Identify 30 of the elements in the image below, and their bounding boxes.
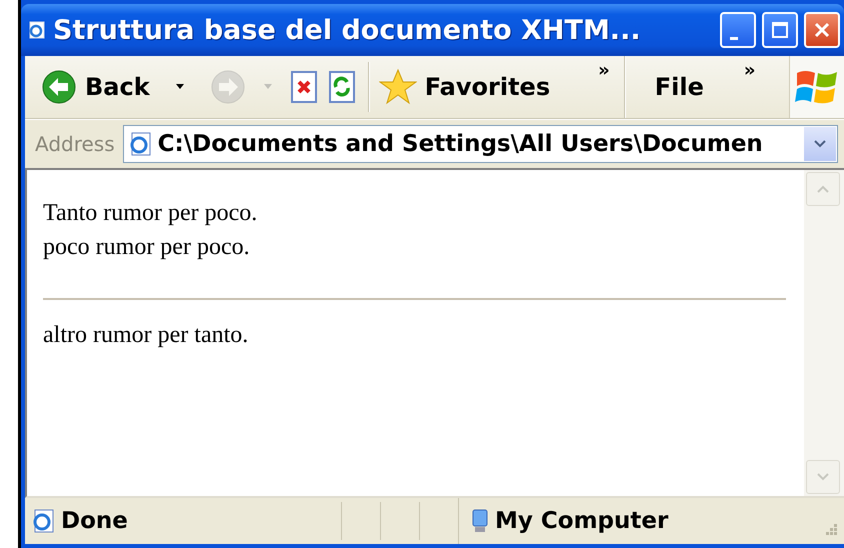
- maximize-button[interactable]: [762, 12, 798, 48]
- favorites-button[interactable]: Favorites: [374, 63, 554, 111]
- back-button[interactable]: Back: [37, 63, 154, 111]
- zone-text: My Computer: [495, 508, 668, 534]
- chevron-down-icon: [814, 140, 826, 148]
- chevron-up-icon: [817, 185, 829, 193]
- status-text: Done: [61, 508, 128, 534]
- chevron[interactable]: »: [598, 60, 610, 81]
- computer-icon: [471, 508, 489, 534]
- text-line: poco rumor per poco.: [43, 233, 250, 262]
- text-line: altro rumor per tanto.: [43, 321, 248, 350]
- minimize-icon: [730, 36, 738, 40]
- page-icon: [128, 131, 152, 157]
- minimize-button[interactable]: [720, 12, 756, 48]
- chevron[interactable]: »: [744, 60, 756, 81]
- menu-item[interactable]: File: [644, 73, 714, 101]
- page-icon: [31, 508, 55, 534]
- text-line: Tanto rumor per poco.: [43, 199, 258, 228]
- chevron-down-icon: [817, 473, 829, 481]
- close-icon: [812, 20, 832, 40]
- close-button[interactable]: [804, 12, 840, 48]
- address-label: Address: [35, 132, 115, 156]
- refresh-icon: [328, 70, 358, 104]
- maximize-icon: [771, 21, 789, 39]
- stop-icon: [290, 70, 320, 104]
- address-field[interactable]: C:\Documents and Settings\All Users\Documen: [122, 125, 838, 163]
- page-icon: [27, 20, 47, 40]
- window-title: Struttura base del documento XHTM...: [53, 14, 642, 46]
- dropdown-button[interactable]: [804, 127, 836, 161]
- star-icon: [378, 68, 417, 106]
